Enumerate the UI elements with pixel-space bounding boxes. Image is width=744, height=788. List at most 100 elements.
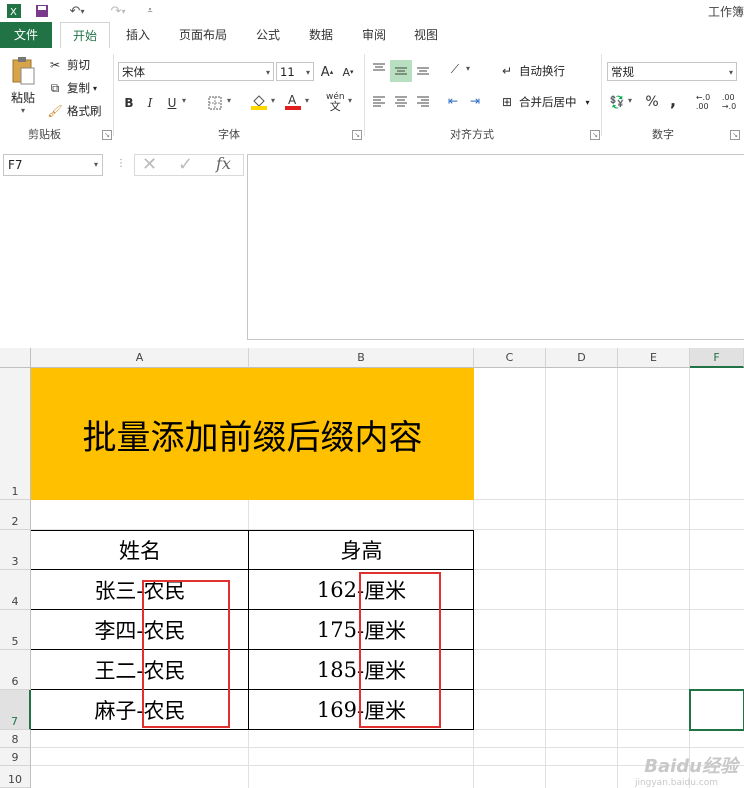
row-header-3[interactable]: 3 bbox=[0, 530, 31, 570]
orientation-icon[interactable]: ⟋ bbox=[446, 60, 464, 78]
paste-button[interactable]: 粘贴 ▾ bbox=[8, 56, 38, 120]
chevron-down-icon[interactable]: ▾ bbox=[305, 96, 309, 105]
gridline bbox=[545, 368, 546, 788]
name-box[interactable]: F7 ▾ bbox=[3, 154, 103, 176]
select-all-corner[interactable] bbox=[0, 348, 31, 368]
save-icon[interactable] bbox=[32, 2, 52, 20]
wrap-text-button[interactable]: ↵ 自动换行 bbox=[498, 62, 565, 80]
redo-icon[interactable]: ↷ ▾ bbox=[103, 2, 133, 20]
font-color-icon[interactable]: A bbox=[284, 92, 302, 110]
align-left-icon[interactable] bbox=[370, 92, 388, 110]
gridline bbox=[31, 747, 744, 748]
svg-text:X: X bbox=[10, 7, 17, 18]
column-header-c[interactable]: C bbox=[474, 348, 546, 368]
formula-input[interactable] bbox=[247, 154, 744, 340]
height-value: 162 bbox=[316, 578, 357, 602]
gridline bbox=[31, 765, 744, 766]
ribbon-tabs: 文件 开始 插入 页面布局 公式 数据 审阅 视图 bbox=[0, 22, 744, 49]
insert-function-button[interactable]: fx bbox=[216, 154, 231, 173]
row-header-2[interactable]: 2 bbox=[0, 500, 31, 530]
row-header-10[interactable]: 10 bbox=[0, 766, 31, 788]
height-value: 175 bbox=[316, 618, 357, 642]
column-header-e[interactable]: E bbox=[618, 348, 690, 368]
tab-view[interactable]: 视图 bbox=[406, 22, 446, 48]
column-header-d[interactable]: D bbox=[546, 348, 618, 368]
font-size-select[interactable]: 11 ▾ bbox=[276, 62, 314, 81]
tab-insert[interactable]: 插入 bbox=[118, 22, 158, 48]
shrink-font-icon[interactable]: A ▾ bbox=[339, 63, 357, 81]
gridline bbox=[617, 368, 618, 788]
paste-label: 粘贴 bbox=[10, 91, 35, 105]
increase-indent-icon[interactable]: ⇥ bbox=[466, 92, 484, 110]
scissors-icon: ✂ bbox=[49, 58, 61, 72]
align-center-icon[interactable] bbox=[392, 92, 410, 110]
percent-style-button[interactable]: % bbox=[643, 93, 661, 111]
column-header-a[interactable]: A bbox=[31, 348, 249, 368]
row-header-7[interactable]: 7 bbox=[0, 690, 31, 730]
more-options-icon[interactable]: ⋮ bbox=[116, 158, 126, 169]
row-header-6[interactable]: 6 bbox=[0, 650, 31, 690]
group-divider bbox=[601, 54, 602, 136]
suffix-highlight-box bbox=[359, 572, 441, 728]
number-launcher-icon[interactable]: ↘ bbox=[730, 130, 740, 140]
row-header-1[interactable]: 1 bbox=[0, 368, 31, 500]
format-painter-button[interactable]: 🖌 格式刷 bbox=[46, 102, 101, 120]
decrease-decimal-icon[interactable]: .00 →.0 bbox=[720, 93, 738, 111]
paste-dropdown-icon[interactable]: ▾ bbox=[8, 106, 38, 115]
sheet-title: 批量添加前缀后缀内容 bbox=[82, 417, 423, 458]
sheet-title-cell[interactable]: 批量添加前缀后缀内容 bbox=[31, 368, 474, 500]
bold-button[interactable]: B bbox=[120, 94, 138, 112]
row-header-5[interactable]: 5 bbox=[0, 610, 31, 650]
tab-review[interactable]: 审阅 bbox=[354, 22, 394, 48]
chevron-down-icon[interactable]: ▾ bbox=[182, 96, 186, 105]
enter-icon[interactable]: ✓ bbox=[178, 154, 193, 175]
accounting-format-icon[interactable]: 💱 bbox=[608, 93, 626, 111]
chevron-down-icon[interactable]: ▾ bbox=[227, 96, 231, 105]
italic-button[interactable]: I bbox=[141, 94, 159, 112]
column-header-f[interactable]: F bbox=[690, 348, 744, 368]
align-bottom-icon[interactable] bbox=[414, 60, 432, 78]
tab-home[interactable]: 开始 bbox=[60, 22, 110, 49]
align-top-icon[interactable] bbox=[370, 60, 388, 78]
merge-center-button[interactable]: ⊞ 合并后居中 ▾ bbox=[498, 93, 590, 111]
header-height-cell[interactable]: 身高 bbox=[249, 530, 474, 570]
undo-icon[interactable]: ↶ ▾ bbox=[62, 2, 92, 20]
borders-icon[interactable] bbox=[206, 94, 224, 112]
comma-style-button[interactable]: , bbox=[664, 91, 682, 110]
active-cell-f7[interactable] bbox=[689, 689, 744, 731]
font-launcher-icon[interactable]: ↘ bbox=[352, 130, 362, 140]
cut-button[interactable]: ✂ 剪切 bbox=[46, 56, 90, 74]
clipboard-launcher-icon[interactable]: ↘ bbox=[102, 130, 112, 140]
name-prefix: 王二 bbox=[94, 659, 137, 683]
row-header-8[interactable]: 8 bbox=[0, 730, 31, 748]
row-header-9[interactable]: 9 bbox=[0, 748, 31, 766]
tab-data[interactable]: 数据 bbox=[301, 22, 341, 48]
customize-toolbar-icon[interactable]: ⩡ bbox=[140, 2, 160, 20]
decrease-indent-icon[interactable]: ⇤ bbox=[444, 92, 462, 110]
header-name-cell[interactable]: 姓名 bbox=[31, 530, 249, 570]
font-name-select[interactable]: 宋体 ▾ bbox=[118, 62, 274, 81]
number-format-select[interactable]: 常规 ▾ bbox=[607, 62, 737, 81]
tab-page-layout[interactable]: 页面布局 bbox=[172, 22, 234, 48]
fill-color-icon[interactable] bbox=[250, 92, 268, 110]
align-middle-icon[interactable] bbox=[390, 60, 412, 82]
chevron-down-icon[interactable]: ▾ bbox=[348, 96, 352, 105]
wrap-text-label: 自动换行 bbox=[519, 64, 565, 78]
increase-decimal-icon[interactable]: ←.0.00 bbox=[694, 93, 712, 111]
chevron-down-icon: ▾ bbox=[305, 68, 310, 77]
chevron-down-icon[interactable]: ▾ bbox=[466, 64, 470, 73]
column-header-b[interactable]: B bbox=[249, 348, 474, 368]
alignment-launcher-icon[interactable]: ↘ bbox=[590, 130, 600, 140]
copy-button[interactable]: ⧉ 复制 ▾ bbox=[46, 79, 97, 97]
header-name: 姓名 bbox=[119, 539, 161, 563]
chevron-down-icon[interactable]: ▾ bbox=[628, 96, 632, 105]
align-right-icon[interactable] bbox=[414, 92, 432, 110]
underline-button[interactable]: U bbox=[163, 94, 181, 112]
phonetic-guide-button[interactable]: wén 文 bbox=[326, 92, 345, 112]
grow-font-icon[interactable]: A ▴ bbox=[318, 63, 336, 81]
chevron-down-icon[interactable]: ▾ bbox=[271, 96, 275, 105]
tab-file[interactable]: 文件 bbox=[0, 22, 52, 48]
row-header-4[interactable]: 4 bbox=[0, 570, 31, 610]
tab-formulas[interactable]: 公式 bbox=[248, 22, 288, 48]
cancel-icon[interactable]: ✕ bbox=[142, 154, 157, 175]
